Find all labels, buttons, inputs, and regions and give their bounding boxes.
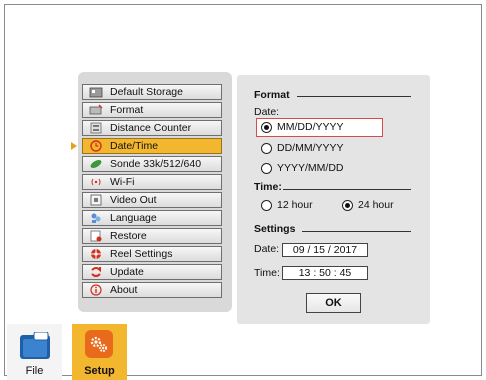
settings-date-label: Date: xyxy=(254,243,280,255)
selection-arrow-icon xyxy=(71,142,77,150)
menu-item-video-out[interactable]: Video Out xyxy=(82,192,222,208)
menu-item-format[interactable]: Format xyxy=(82,102,222,118)
folder-icon xyxy=(20,331,50,360)
menu-item-about[interactable]: About xyxy=(82,282,222,298)
dock-setup-tab[interactable]: Setup xyxy=(72,324,127,380)
menu-label: About xyxy=(110,284,138,296)
format-icon xyxy=(89,104,103,116)
radio-label: YYYY/MM/DD xyxy=(277,162,344,174)
dock-file-tab[interactable]: File xyxy=(7,324,62,380)
menu-label: Distance Counter xyxy=(110,122,192,134)
menu-label: Restore xyxy=(110,230,147,242)
menu-item-sonde[interactable]: Sonde 33k/512/640 xyxy=(82,156,222,172)
menu-label: Language xyxy=(110,212,157,224)
time-input[interactable]: 13 : 50 : 45 xyxy=(282,266,368,280)
menu-label: Date/Time xyxy=(110,140,159,152)
gear-icon xyxy=(85,330,113,358)
storage-icon xyxy=(89,86,103,98)
menu-label: Wi-Fi xyxy=(110,176,135,188)
menu-item-language[interactable]: Language xyxy=(82,210,222,226)
radio-button[interactable] xyxy=(261,199,272,211)
format-heading: Format xyxy=(254,89,290,101)
menu-label: Sonde 33k/512/640 xyxy=(110,158,202,170)
format-option-mmddyyyy[interactable]: MM/DD/YYYY xyxy=(261,121,344,133)
menu-item-wifi[interactable]: Wi-Fi xyxy=(82,174,222,190)
divider xyxy=(302,231,411,232)
menu-item-restore[interactable]: Restore xyxy=(82,228,222,244)
settings-time-label: Time: xyxy=(254,267,280,279)
radio-label: DD/MM/YYYY xyxy=(277,142,344,154)
format-option-ddmmyyyy[interactable]: DD/MM/YYYY xyxy=(261,142,344,154)
radio-label: MM/DD/YYYY xyxy=(277,121,344,133)
sonde-icon xyxy=(89,158,103,170)
menu-item-distance-counter[interactable]: Distance Counter xyxy=(82,120,222,136)
divider xyxy=(283,189,411,190)
menu-label: Update xyxy=(110,266,144,278)
radio-button[interactable] xyxy=(261,121,272,133)
radio-label: 12 hour xyxy=(277,199,313,211)
menu-label: Reel Settings xyxy=(110,248,173,260)
menu-item-default-storage[interactable]: Default Storage xyxy=(82,84,222,100)
settings-menu: Default Storage Format Distance Counter … xyxy=(71,84,222,300)
menu-item-update[interactable]: Update xyxy=(82,264,222,280)
time-heading: Time: xyxy=(254,181,282,193)
distance-counter-icon xyxy=(89,122,103,134)
info-icon xyxy=(89,284,103,296)
video-out-icon xyxy=(89,194,103,206)
update-icon xyxy=(89,266,103,278)
menu-item-reel-settings[interactable]: Reel Settings xyxy=(82,246,222,262)
format-date-label: Date: xyxy=(254,106,280,118)
radio-button[interactable] xyxy=(261,162,272,174)
date-input[interactable]: 09 / 15 / 2017 xyxy=(282,243,368,257)
language-icon xyxy=(89,212,103,224)
menu-label: Default Storage xyxy=(110,86,183,98)
reel-icon xyxy=(89,248,103,260)
menu-label: Format xyxy=(110,104,144,116)
settings-heading: Settings xyxy=(254,223,296,235)
menu-item-date-time[interactable]: Date/Time xyxy=(71,138,222,154)
clock-icon xyxy=(89,140,103,152)
format-option-yyyymmdd[interactable]: YYYY/MM/DD xyxy=(261,162,344,174)
time-option-24-hour[interactable]: 24 hour xyxy=(342,199,394,211)
wifi-icon xyxy=(89,176,103,188)
divider xyxy=(297,96,411,97)
radio-button[interactable] xyxy=(342,199,353,211)
dock-file-label: File xyxy=(25,365,44,377)
menu-label: Video Out xyxy=(110,194,157,206)
time-option-12-hour[interactable]: 12 hour xyxy=(261,199,313,211)
dock-setup-label: Setup xyxy=(84,365,115,377)
radio-label: 24 hour xyxy=(358,199,394,211)
ok-button[interactable]: OK xyxy=(306,293,361,313)
restore-icon xyxy=(89,230,103,242)
radio-button[interactable] xyxy=(261,142,272,154)
